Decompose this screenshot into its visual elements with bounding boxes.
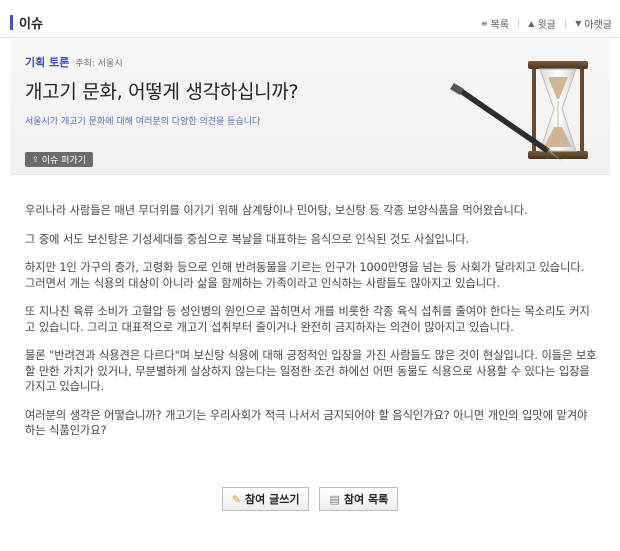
up-arrow-icon: ▲ <box>528 19 535 28</box>
nav-divider: | <box>516 18 521 29</box>
hourglass-pen-illustration <box>450 61 588 161</box>
issue-banner: 기획 토론 주최: 서울시 개고기 문화, 어떻게 생각하십니까? 서울시가 개… <box>10 39 610 175</box>
body-paragraph: 우리나라 사람들은 매년 무더위를 이기기 위해 삼계탕이나 민어탕, 보신탕 … <box>25 204 528 217</box>
banner-tagline: 기획 토론 주최: 서울시 <box>25 54 123 70</box>
next-post-label: 아랫글 <box>584 20 612 31</box>
section-title: 이슈 <box>10 13 43 32</box>
section-accent-bar <box>10 15 13 30</box>
issue-title: 개고기 문화, 어떻게 생각하십니까? <box>25 81 299 103</box>
list-link-label: 목록 <box>490 20 509 31</box>
body-paragraph: 그 중에 서도 보신탕은 기성세대를 중심으로 복날을 대표하는 음식으로 인식… <box>25 232 470 246</box>
action-buttons: ✎ 참여 글쓰기 ▤ 참여 목록 <box>0 487 620 511</box>
issue-body: 우리나라 사람들은 매년 무더위를 이기기 위해 삼계탕이나 민어탕, 보신탕 … <box>25 203 597 452</box>
pen-icon: ✎ <box>231 492 242 506</box>
previous-post-label: 윗글 <box>537 20 556 31</box>
write-post-button[interactable]: ✎ 참여 글쓰기 <box>221 487 310 511</box>
body-paragraph: 하지만 1인 가구의 증가, 고령화 등으로 인해 반려동물을 기르는 인구가 … <box>25 261 585 290</box>
debate-tag: 기획 토론 <box>25 56 70 69</box>
next-post-link[interactable]: ▼ 아랫글 <box>575 16 612 31</box>
list-link[interactable]: ≡ 목록 <box>481 16 509 31</box>
participation-list-button[interactable]: ▤ 참여 목록 <box>319 487 399 511</box>
top-bar: 이슈 ≡ 목록 | ▲ 윗글 | ▼ 아랫글 <box>0 0 620 38</box>
share-issue-label: 이슈 퍼가기 <box>41 156 86 166</box>
body-paragraph: 물론 "반려견과 식용견은 다르다"며 보신탕 식용에 대해 긍정적인 입장을 … <box>25 349 597 393</box>
host-label: 주최: 서울시 <box>75 58 123 69</box>
body-paragraph: 또 지나친 육류 소비가 고혈압 등 성인병의 원인으로 꼽히면서 개를 비롯한… <box>25 305 590 334</box>
participation-list-label: 참여 목록 <box>343 493 389 506</box>
issue-subtitle: 서울시가 개고기 문화에 대해 여러분의 다양한 의견을 듣습니다 <box>25 117 261 127</box>
top-navigation: ≡ 목록 | ▲ 윗글 | ▼ 아랫글 <box>481 16 612 31</box>
share-issue-button[interactable]: ⇪ 이슈 퍼가기 <box>25 152 93 167</box>
nav-divider: | <box>563 18 568 29</box>
body-paragraph: 여러분의 생각은 어떻습니까? 개고기는 우리사회가 적극 나서서 금지되어야 … <box>25 408 588 438</box>
write-post-label: 참여 글쓰기 <box>245 493 300 506</box>
section-title-text: 이슈 <box>19 17 43 32</box>
list-icon: ≡ <box>480 19 488 28</box>
list-box-icon: ▤ <box>329 492 340 506</box>
down-arrow-icon: ▼ <box>575 19 582 28</box>
previous-post-link[interactable]: ▲ 윗글 <box>528 16 556 31</box>
share-icon: ⇪ <box>32 155 39 164</box>
